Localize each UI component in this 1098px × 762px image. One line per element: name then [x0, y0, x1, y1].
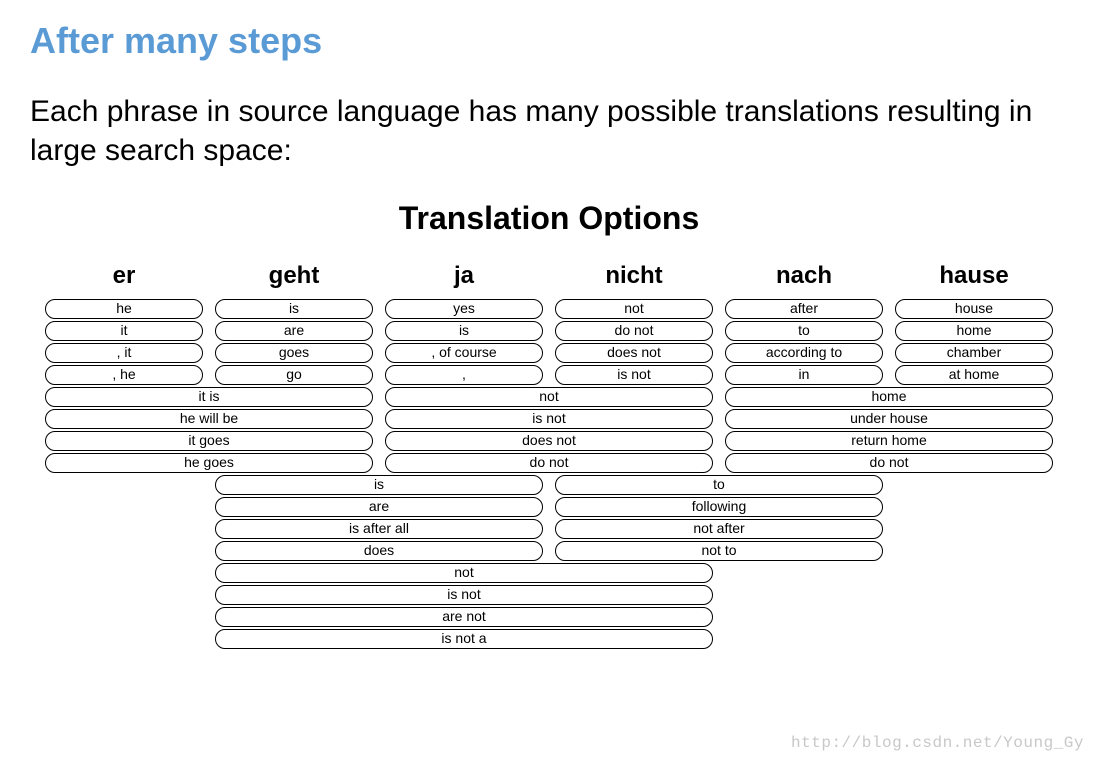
translation-option: is — [215, 299, 373, 319]
translation-option: to — [555, 475, 883, 495]
header-cell: geht — [209, 262, 379, 298]
translation-option: it goes — [45, 431, 373, 451]
translation-option: does not — [555, 343, 713, 363]
option-row: he will be is not under house — [39, 408, 1059, 430]
translation-option: he goes — [45, 453, 373, 473]
translation-option: does not — [385, 431, 713, 451]
translation-option: home — [725, 387, 1053, 407]
option-row: it goes does not return home — [39, 430, 1059, 452]
translation-option: not after — [555, 519, 883, 539]
translation-option: at home — [895, 365, 1053, 385]
slide-description: Each phrase in source language has many … — [30, 92, 1068, 170]
translation-option: , he — [45, 365, 203, 385]
option-row: not — [39, 562, 1059, 584]
option-row: it is nothome — [39, 386, 1059, 408]
translation-option: is after all — [215, 519, 543, 539]
translation-option: are — [215, 321, 373, 341]
translation-option: according to — [725, 343, 883, 363]
option-row: itareis do not tohome — [39, 320, 1059, 342]
translation-option: home — [895, 321, 1053, 341]
translation-option: is not — [215, 585, 713, 605]
option-row: is not — [39, 584, 1059, 606]
translation-option: he will be — [45, 409, 373, 429]
header-cell: er — [39, 262, 209, 298]
option-row: , he go, is not in at home — [39, 364, 1059, 386]
option-row: isto — [39, 474, 1059, 496]
translation-option: he — [45, 299, 203, 319]
header-cell: nicht — [549, 262, 719, 298]
translation-option: goes — [215, 343, 373, 363]
translation-option: do not — [555, 321, 713, 341]
option-row: are not — [39, 606, 1059, 628]
translation-option: not — [215, 563, 713, 583]
translation-option: not — [385, 387, 713, 407]
watermark: http://blog.csdn.net/Young_Gy — [791, 734, 1084, 752]
option-row: is after all not after — [39, 518, 1059, 540]
header-cell: hause — [889, 262, 1059, 298]
translation-option: , — [385, 365, 543, 385]
translation-option: not to — [555, 541, 883, 561]
translation-option: are — [215, 497, 543, 517]
translation-option: return home — [725, 431, 1053, 451]
translation-option: not — [555, 299, 713, 319]
translation-option: is not — [555, 365, 713, 385]
translation-option: following — [555, 497, 883, 517]
translation-option: are not — [215, 607, 713, 627]
translation-option: do not — [385, 453, 713, 473]
translation-option: under house — [725, 409, 1053, 429]
option-row: does not to — [39, 540, 1059, 562]
diagram-title: Translation Options — [30, 200, 1068, 237]
option-row: , it goes , of course does not according to c… — [39, 342, 1059, 364]
translation-option: is — [385, 321, 543, 341]
option-row: he goes do not do not — [39, 452, 1059, 474]
option-row: is not a — [39, 628, 1059, 650]
translation-option: do not — [725, 453, 1053, 473]
option-row: are following — [39, 496, 1059, 518]
translation-option: it is — [45, 387, 373, 407]
translation-option: is not — [385, 409, 713, 429]
header-cell: ja — [379, 262, 549, 298]
option-row: heisyesnot after house — [39, 298, 1059, 320]
translation-option: house — [895, 299, 1053, 319]
translation-option: it — [45, 321, 203, 341]
translation-option: chamber — [895, 343, 1053, 363]
translation-option: is — [215, 475, 543, 495]
slide-title: After many steps — [30, 20, 1068, 62]
translation-option: after — [725, 299, 883, 319]
translation-option: go — [215, 365, 373, 385]
translation-option: is not a — [215, 629, 713, 649]
translation-option: , it — [45, 343, 203, 363]
header-row: ergehtjanichtnachhause — [39, 262, 1059, 298]
translation-option: to — [725, 321, 883, 341]
translation-option: in — [725, 365, 883, 385]
translation-option: does — [215, 541, 543, 561]
header-cell: nach — [719, 262, 889, 298]
translation-option: yes — [385, 299, 543, 319]
rows-container: heisyesnotafterhouseitareisdo nottohome,… — [39, 298, 1059, 650]
translation-grid: ergehtjanichtnachhause heisyesnotafterho… — [39, 262, 1059, 650]
translation-option: , of course — [385, 343, 543, 363]
